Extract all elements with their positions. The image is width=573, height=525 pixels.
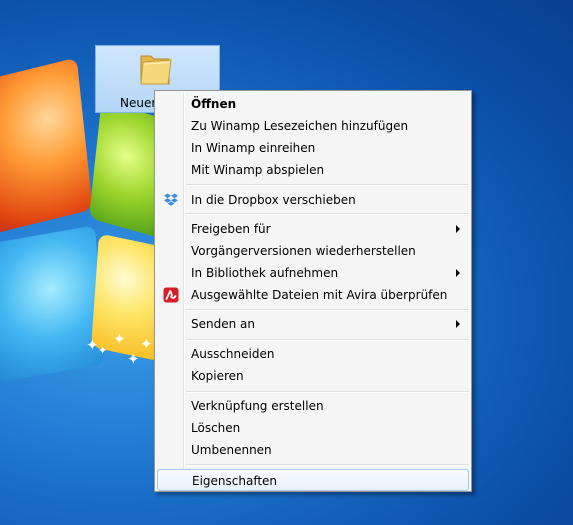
menu-item-avira-scan[interactable]: Ausgewählte Dateien mit Avira überprüfen — [157, 284, 469, 306]
submenu-arrow-icon — [456, 225, 460, 233]
windows-flag-blue — [0, 225, 105, 385]
dropbox-icon — [164, 193, 178, 206]
menu-item-label: In Bibliothek aufnehmen — [191, 266, 339, 280]
menu-item-winamp-enqueue[interactable]: In Winamp einreihen — [157, 137, 469, 159]
menu-item-include-library[interactable]: In Bibliothek aufnehmen — [157, 262, 469, 284]
menu-separator — [186, 339, 469, 341]
menu-item-label: Zu Winamp Lesezeichen hinzufügen — [191, 119, 409, 133]
menu-item-open[interactable]: Öffnen — [157, 93, 469, 115]
menu-separator — [186, 184, 469, 186]
menu-separator — [186, 391, 469, 393]
menu-item-label: Vorgängerversionen wiederherstellen — [191, 244, 416, 258]
sparkle-icon: ✦ — [140, 335, 153, 353]
menu-separator — [186, 213, 469, 215]
menu-item-delete[interactable]: Löschen — [157, 417, 469, 439]
menu-item-copy[interactable]: Kopieren — [157, 365, 469, 387]
menu-item-label: Eigenschaften — [192, 474, 278, 488]
menu-item-share-with[interactable]: Freigeben für — [157, 218, 469, 240]
menu-item-rename[interactable]: Umbenennen — [157, 439, 469, 461]
sparkle-icon: ✦ — [113, 330, 126, 348]
menu-item-label: Löschen — [191, 421, 241, 435]
folder-icon — [140, 55, 172, 85]
menu-item-restore-previous[interactable]: Vorgängerversionen wiederherstellen — [157, 240, 469, 262]
menu-item-label: Umbenennen — [191, 443, 272, 457]
context-menu: Öffnen Zu Winamp Lesezeichen hinzufügen … — [154, 90, 472, 492]
menu-item-winamp-bookmark[interactable]: Zu Winamp Lesezeichen hinzufügen — [157, 115, 469, 137]
desktop-icon-label: Neuer — [120, 96, 157, 110]
menu-item-winamp-play[interactable]: Mit Winamp abspielen — [157, 159, 469, 181]
avira-icon — [163, 287, 179, 303]
menu-item-label: Verknüpfung erstellen — [191, 399, 324, 413]
sparkle-icon: ✦ — [98, 344, 108, 357]
menu-item-label: In Winamp einreihen — [191, 141, 316, 155]
menu-item-send-to[interactable]: Senden an — [157, 313, 469, 335]
menu-item-label: Öffnen — [191, 97, 237, 111]
menu-separator — [186, 309, 469, 311]
menu-item-label: Mit Winamp abspielen — [191, 163, 325, 177]
menu-item-label: Kopieren — [191, 369, 244, 383]
sparkle-icon: ✦ — [86, 336, 99, 354]
menu-separator — [186, 464, 469, 466]
windows-flag-red — [0, 57, 93, 238]
submenu-arrow-icon — [456, 320, 460, 328]
menu-item-create-shortcut[interactable]: Verknüpfung erstellen — [157, 395, 469, 417]
menu-item-label: Ausgewählte Dateien mit Avira überprüfen — [191, 288, 448, 302]
menu-item-cut[interactable]: Ausschneiden — [157, 343, 469, 365]
menu-item-label: Senden an — [191, 317, 255, 331]
menu-item-properties[interactable]: Eigenschaften — [157, 469, 469, 491]
sparkle-icon: ✦ — [127, 350, 140, 368]
menu-item-dropbox-move[interactable]: In die Dropbox verschieben — [157, 189, 469, 211]
menu-item-label: Ausschneiden — [191, 347, 275, 361]
submenu-arrow-icon — [456, 269, 460, 277]
menu-item-label: Freigeben für — [191, 222, 271, 236]
menu-item-label: In die Dropbox verschieben — [191, 193, 356, 207]
